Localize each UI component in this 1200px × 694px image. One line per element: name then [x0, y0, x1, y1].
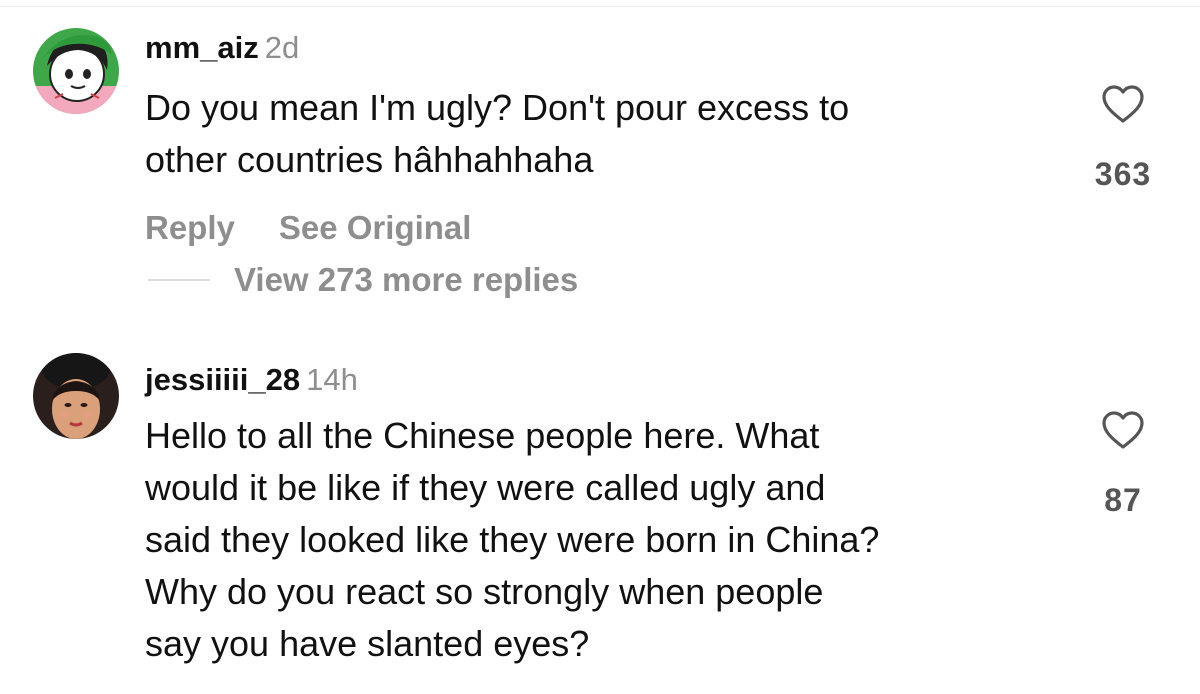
username[interactable]: mm_aiz [145, 30, 259, 65]
view-replies-label: View 273 more replies [234, 261, 579, 298]
comment-meta: jessiiiii_28 14h [145, 362, 358, 398]
comment-actions: Reply See Original [145, 208, 471, 248]
timestamp: 14h [306, 362, 358, 397]
avatar[interactable] [33, 28, 119, 114]
comment-item: jessiiiii_28 14h Hello to all the Chinese… [0, 340, 1200, 694]
comment-line: Do you mean I'm ugly? Don't pour excess … [145, 87, 850, 128]
see-original-button[interactable]: See Original [279, 209, 472, 246]
reply-button[interactable]: Reply [145, 209, 235, 246]
photo-avatar-icon [33, 353, 119, 439]
cartoon-avatar-icon [33, 28, 119, 114]
comment-line: Hello to all the Chinese people here. Wh… [145, 415, 820, 456]
like-count: 363 [1094, 156, 1152, 192]
comment-text: Do you mean I'm ugly? Don't pour excess … [145, 82, 1085, 186]
comment-line: other countries hâhhahhaha [145, 139, 594, 180]
username[interactable]: jessiiiii_28 [145, 362, 300, 397]
comment-line: Why do you react so strongly when people [145, 571, 824, 612]
timestamp: 2d [264, 30, 300, 65]
replies-divider-line [148, 279, 210, 281]
like-control: 87 [1068, 410, 1178, 519]
comment-meta: mm_aiz 2d [145, 30, 299, 66]
like-control: 363 [1068, 84, 1178, 193]
comment-line: said they looked like they were born in … [145, 519, 880, 560]
comment-line: say you have slanted eyes? [145, 623, 590, 664]
avatar[interactable] [33, 353, 119, 439]
like-count: 87 [1104, 482, 1142, 518]
heart-icon[interactable] [1101, 410, 1145, 450]
heart-icon[interactable] [1101, 84, 1145, 124]
comment-item: mm_aiz 2d Do you mean I'm ugly? Don't pou… [0, 0, 1200, 320]
view-replies-button[interactable]: View 273 more replies [148, 260, 578, 300]
comment-line: would it be like if they were called ugl… [145, 467, 826, 508]
comment-text: Hello to all the Chinese people here. Wh… [145, 410, 1085, 670]
